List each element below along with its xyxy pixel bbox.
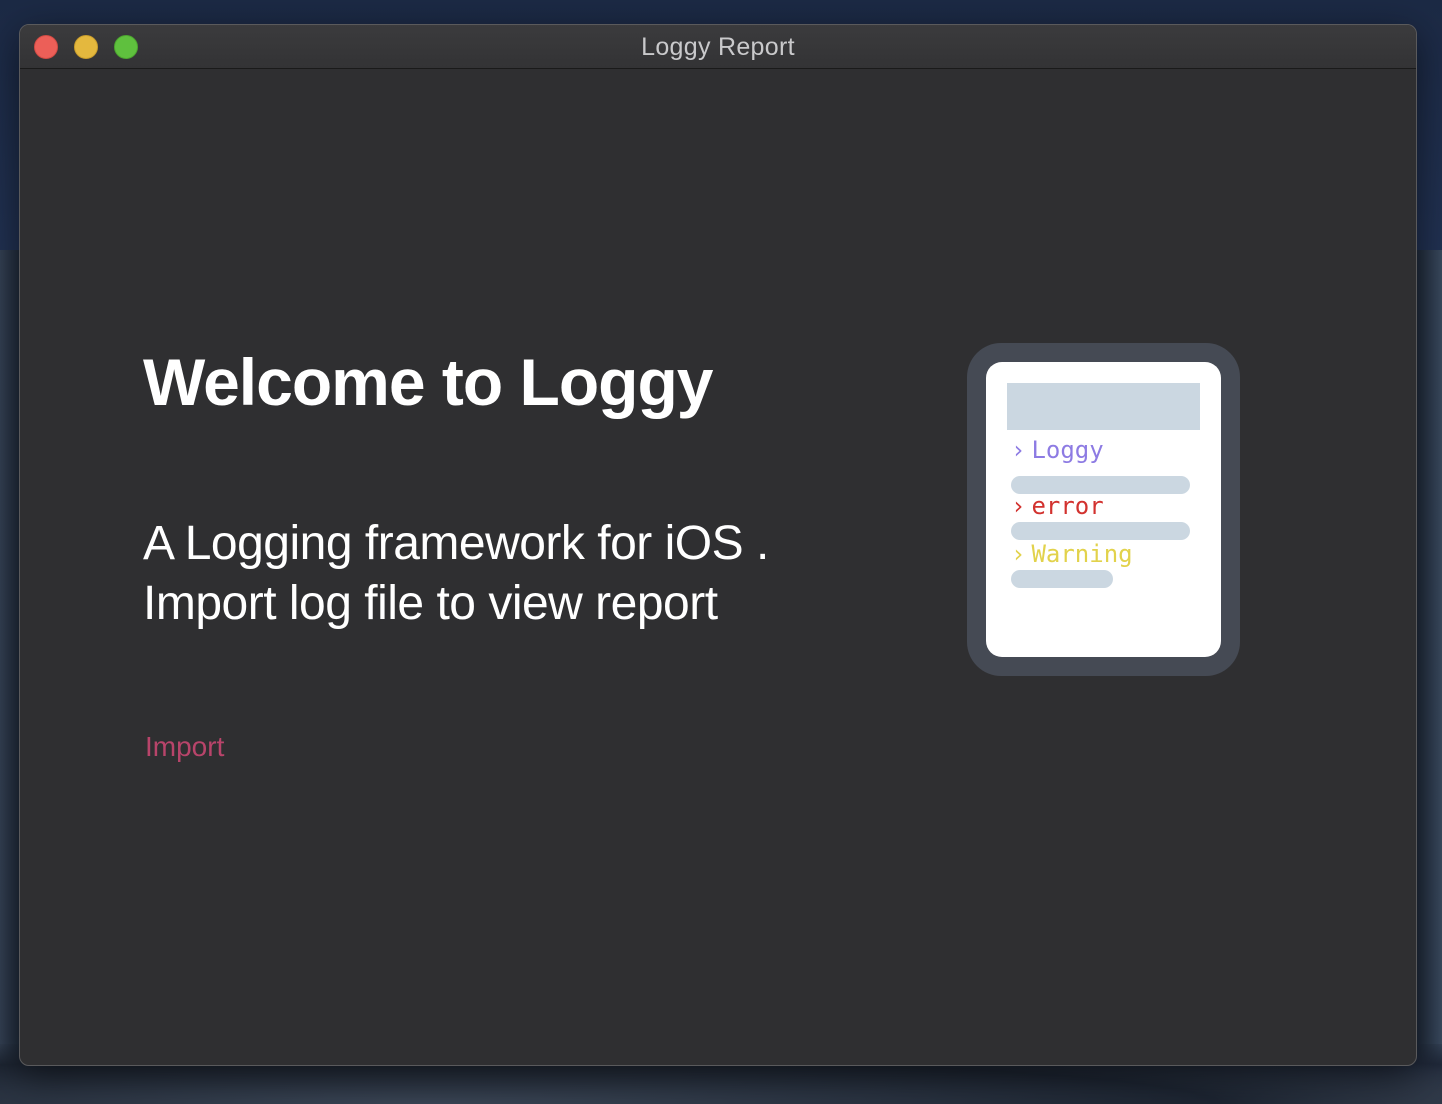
desktop-wallpaper-right — [1416, 250, 1442, 1064]
title-bar[interactable]: Loggy Report — [20, 25, 1416, 69]
chevron-right-icon: › — [1011, 492, 1026, 520]
chevron-right-icon: › — [1011, 540, 1026, 568]
app-window: Loggy Report Welcome to Loggy A Logging … — [19, 24, 1417, 1066]
chevron-right-icon: › — [1011, 436, 1026, 464]
log-line-label: Warning — [1031, 540, 1133, 568]
illustration-placeholder-bar — [1011, 522, 1190, 540]
log-device-illustration: › Loggy › error › Warning — [967, 343, 1240, 676]
import-button[interactable]: Import — [145, 731, 224, 763]
log-line-label: error — [1031, 492, 1104, 520]
subtitle-line-2: Import log file to view report — [143, 577, 718, 630]
illustration-log-line-warning: › Warning — [1011, 540, 1133, 568]
subtitle-line-1: A Logging framework for iOS . — [143, 517, 769, 570]
illustration-screen: › Loggy › error › Warning — [986, 362, 1221, 657]
window-title: Loggy Report — [641, 33, 795, 61]
illustration-placeholder-bar — [1011, 570, 1113, 588]
illustration-log-line-loggy: › Loggy — [1011, 436, 1104, 464]
welcome-heading: Welcome to Loggy — [143, 345, 713, 419]
welcome-subtitle: A Logging framework for iOS . Import log… — [143, 514, 769, 634]
illustration-header-block — [1007, 383, 1200, 430]
illustration-log-line-error: › error — [1011, 492, 1104, 520]
welcome-content: Welcome to Loggy A Logging framework for… — [20, 69, 1416, 1065]
log-line-label: Loggy — [1031, 436, 1104, 464]
